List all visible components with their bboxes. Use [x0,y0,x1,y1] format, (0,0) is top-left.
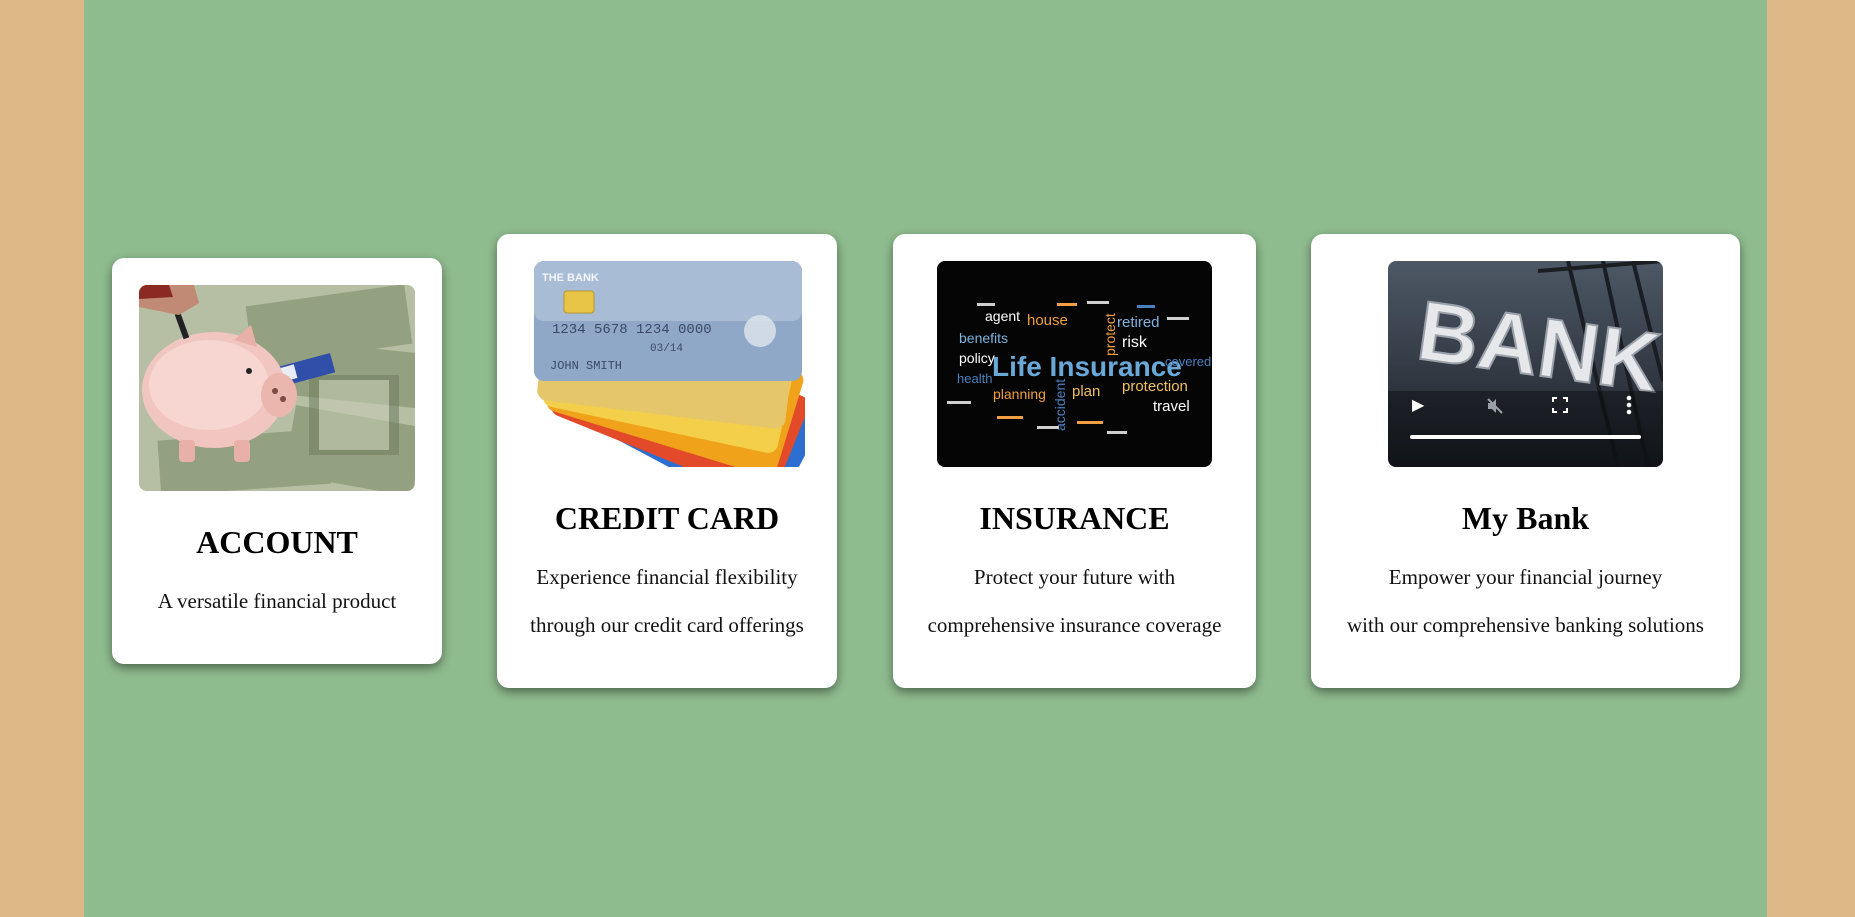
card-credit-card: THE BANK 1234 5678 1234 0000 03/14 JOHN … [497,234,837,688]
card-my-bank: BANK ▶ My Bank Empower your financial jo… [1311,234,1740,688]
word: plan [1072,383,1100,400]
credit-cards-image: THE BANK 1234 5678 1234 0000 03/14 JOHN … [530,261,805,467]
bank-video-player[interactable]: BANK ▶ [1388,261,1663,467]
card-holder: JOHN SMITH [550,359,622,373]
card-expiry: 03/14 [650,343,683,355]
content-area: ACCOUNT A versatile financial product TH… [84,0,1767,917]
card-description: Protect your future with comprehensive i… [893,553,1256,649]
piggy-bank-image [139,285,415,491]
card-bank-name: THE BANK [542,272,599,284]
card-insurance: Life Insurance benefits policy agent hou… [893,234,1256,688]
video-progress-bar[interactable] [1410,435,1641,439]
card-title: CREDIT CARD [554,500,780,536]
card-account: ACCOUNT A versatile financial product [112,258,442,664]
word: protection [1122,378,1188,395]
card-description: Experience financial flexibility through… [497,553,837,649]
muted-speaker-icon[interactable] [1486,397,1504,415]
word: agent [985,308,1020,324]
card-description-line: with our comprehensive banking solutions [1347,613,1704,637]
word: accident [1052,379,1068,431]
fullscreen-icon[interactable] [1552,397,1568,413]
word: risk [1122,334,1148,351]
card-description-line: comprehensive insurance coverage [927,613,1222,637]
word: planning [993,386,1046,402]
card-description-line: A versatile financial product [157,589,397,613]
card-description-line: Experience financial flexibility [536,565,798,589]
card-title: ACCOUNT [196,524,358,560]
word: policy [959,350,995,366]
word: covered [1165,354,1211,369]
card-description: Empower your financial journey with our … [1311,553,1740,649]
word: health [957,371,992,386]
card-title: INSURANCE [979,500,1170,536]
card-description-line: Protect your future with [973,565,1176,589]
card-description-line: through our credit card offerings [530,613,804,637]
insurance-word-cloud-image: Life Insurance benefits policy agent hou… [937,261,1212,467]
card-description-line: Empower your financial journey [1388,565,1663,589]
word: benefits [959,330,1008,346]
word: protect [1102,313,1118,356]
play-icon[interactable]: ▶ [1412,397,1424,413]
card-title: My Bank [1461,500,1590,536]
word: retired [1117,314,1160,331]
card-description: A versatile financial product [112,577,442,625]
word: travel [1153,398,1190,415]
word: house [1027,312,1068,329]
more-vertical-icon[interactable] [1626,395,1632,415]
card-number: 1234 5678 1234 0000 [552,322,712,338]
